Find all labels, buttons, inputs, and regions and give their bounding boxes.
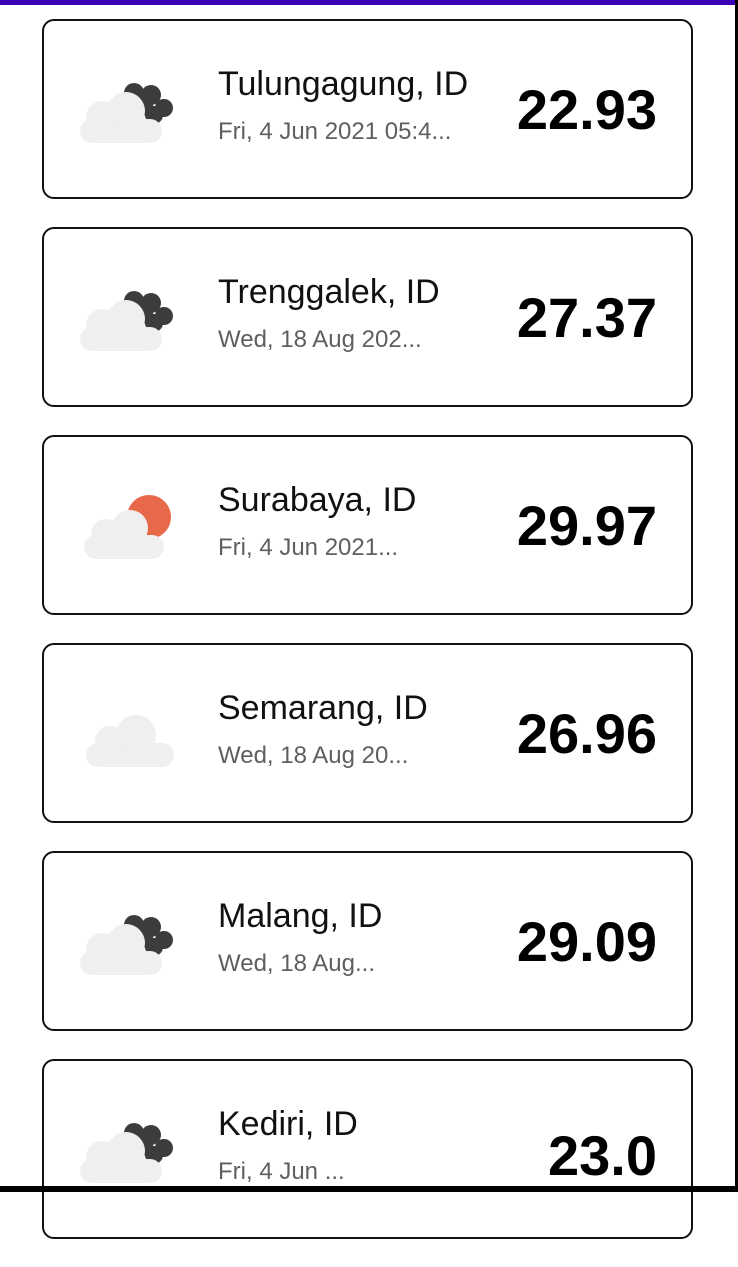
weather-card[interactable]: Trenggalek, ID Wed, 18 Aug 202... 27.37 xyxy=(42,227,693,407)
date-time: Wed, 18 Aug 202... xyxy=(218,326,422,353)
weather-card[interactable]: Tulungagung, ID Fri, 4 Jun 2021 05:4... … xyxy=(42,19,693,199)
date-time: Fri, 4 Jun ... xyxy=(218,1158,345,1185)
city-name: Trenggalek, ID xyxy=(218,273,440,311)
date-time: Fri, 4 Jun 2021... xyxy=(218,534,399,561)
cloudy-icon xyxy=(74,1111,184,1186)
cloud-icon xyxy=(74,695,184,770)
city-name: Semarang, ID xyxy=(218,689,428,727)
date-time: Wed, 18 Aug... xyxy=(218,950,375,977)
city-name: Tulungagung, ID xyxy=(218,65,469,103)
temperature: 23.0 xyxy=(548,1124,657,1187)
date-time: Wed, 18 Aug 20... xyxy=(218,742,409,769)
temperature: 29.97 xyxy=(516,494,657,557)
weather-list[interactable]: Tulungagung, ID Fri, 4 Jun 2021 05:4... … xyxy=(42,19,693,1267)
city-name: Surabaya, ID xyxy=(218,481,417,519)
date-time: Fri, 4 Jun 2021 05:4... xyxy=(218,118,452,145)
weather-card[interactable]: Malang, ID Wed, 18 Aug... 29.09 xyxy=(42,851,693,1031)
status-accent-bar xyxy=(0,0,738,5)
cloudy-icon xyxy=(74,279,184,354)
temperature: 26.96 xyxy=(516,702,657,765)
weather-card[interactable]: Kediri, ID Fri, 4 Jun ... 23.0 xyxy=(42,1059,693,1239)
weather-card[interactable]: Semarang, ID Wed, 18 Aug 20... 26.96 xyxy=(42,643,693,823)
temperature: 29.09 xyxy=(516,910,657,973)
city-name: Kediri, ID xyxy=(218,1105,358,1143)
bottom-edge xyxy=(0,1186,738,1192)
cloudy-icon xyxy=(74,903,184,978)
weather-card[interactable]: Surabaya, ID Fri, 4 Jun 2021... 29.97 xyxy=(42,435,693,615)
city-name: Malang, ID xyxy=(218,897,383,935)
cloudy-icon xyxy=(74,71,184,146)
temperature: 27.37 xyxy=(516,286,657,349)
partly-sunny-icon xyxy=(74,487,184,562)
temperature: 22.93 xyxy=(516,78,657,141)
